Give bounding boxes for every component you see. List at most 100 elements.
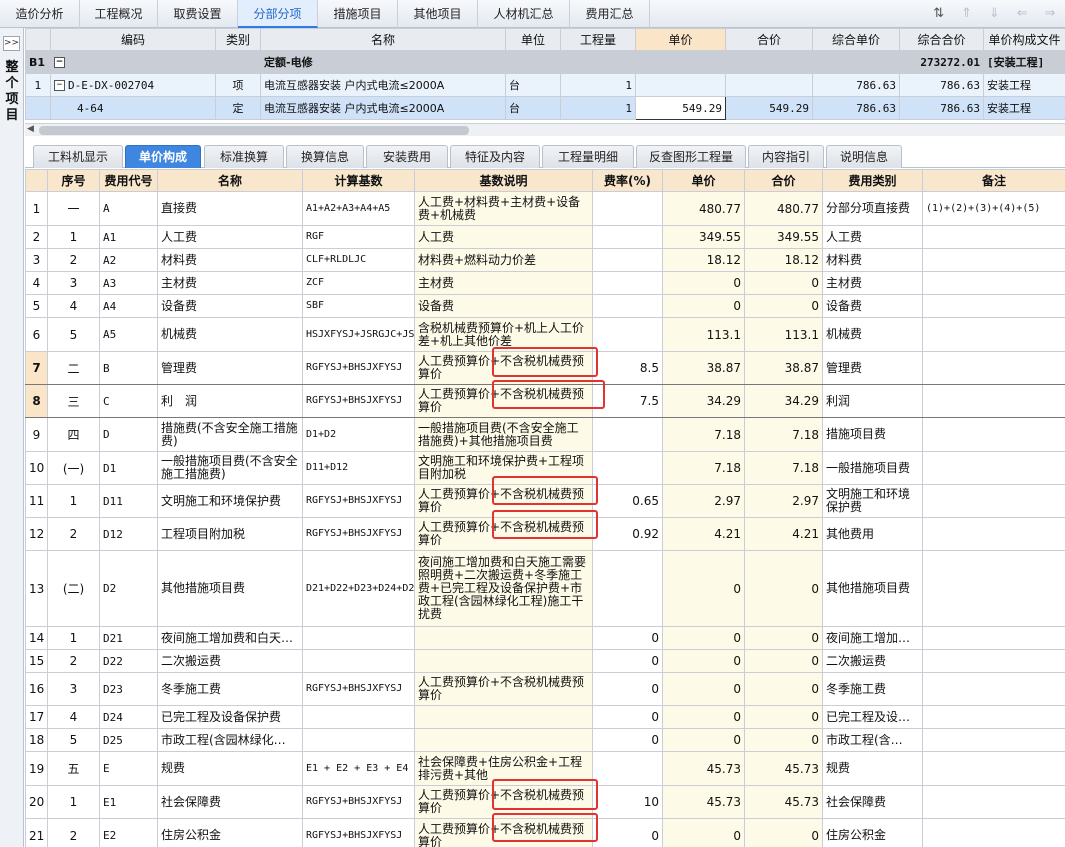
rate-cell[interactable] bbox=[592, 248, 663, 272]
remark-cell[interactable] bbox=[922, 451, 1065, 485]
calc-base-cell[interactable]: RGFYSJ+BHSJXFYSJ bbox=[302, 484, 415, 518]
rate-cell[interactable]: 7.5 bbox=[592, 384, 663, 418]
fee-name-cell[interactable]: 直接费 bbox=[157, 191, 303, 226]
item-type[interactable]: 定 bbox=[215, 96, 261, 120]
fee-name-cell[interactable]: 工程项目附加税 bbox=[157, 517, 303, 551]
fee-name-cell[interactable]: 社会保障费 bbox=[157, 785, 303, 819]
calc-base-cell[interactable]: A1+A2+A3+A4+A5 bbox=[302, 191, 415, 226]
table-row[interactable]: 18 5 D25 市政工程(含园林绿化… 0 0 0 市政工程(含… bbox=[25, 728, 1065, 752]
fee-name-cell[interactable]: 住房公积金 bbox=[157, 818, 303, 847]
col-header-unit-price[interactable]: 单价 bbox=[635, 28, 726, 51]
tab-install-fee[interactable]: 安装费用 bbox=[366, 145, 448, 168]
item-price-file[interactable]: 安装工程 bbox=[983, 96, 1065, 120]
fee-name-cell[interactable]: 已完工程及设备保护费 bbox=[157, 705, 303, 729]
col-header-amount[interactable]: 合价 bbox=[744, 169, 823, 192]
fee-code-cell[interactable]: E bbox=[99, 751, 158, 786]
rate-cell[interactable] bbox=[592, 294, 663, 318]
fee-code-cell[interactable]: B bbox=[99, 351, 158, 385]
remark-cell[interactable]: (1)+(2)+(3)+(4)+(5) bbox=[922, 191, 1065, 226]
fee-category-cell[interactable]: 一般措施项目费 bbox=[822, 451, 923, 485]
tab-content-guide[interactable]: 内容指引 bbox=[748, 145, 824, 168]
col-header-type[interactable]: 类别 bbox=[215, 28, 261, 51]
col-header-name[interactable]: 名称 bbox=[260, 28, 506, 51]
fee-name-cell[interactable]: 规费 bbox=[157, 751, 303, 786]
col-header-price-file[interactable]: 单价构成文件 bbox=[983, 28, 1065, 51]
move-top-icon[interactable]: ⇑ bbox=[958, 4, 976, 24]
item-unit-price[interactable] bbox=[635, 73, 726, 97]
remark-cell[interactable] bbox=[922, 384, 1065, 418]
move-down-icon[interactable]: ⇓ bbox=[985, 4, 1003, 24]
remark-cell[interactable] bbox=[922, 517, 1065, 551]
rate-cell[interactable]: 0 bbox=[592, 705, 663, 729]
remark-cell[interactable] bbox=[922, 728, 1065, 752]
rate-cell[interactable] bbox=[592, 271, 663, 295]
rate-cell[interactable]: 0 bbox=[592, 672, 663, 706]
sort-icon[interactable]: ⇅ bbox=[930, 4, 948, 24]
remark-cell[interactable] bbox=[922, 271, 1065, 295]
table-row[interactable]: 7 二 B 管理费 RGFYSJ+BHSJXFYSJ 人工费预算价+不含税机械费预算价 8.… bbox=[25, 351, 1065, 385]
calc-base-cell[interactable]: RGF bbox=[302, 225, 415, 249]
fee-code-cell[interactable]: D1 bbox=[99, 451, 158, 485]
col-header-fee-code[interactable]: 费用代号 bbox=[99, 169, 158, 192]
tab-project-overview[interactable]: 工程概况 bbox=[80, 0, 158, 28]
item-quantity[interactable]: 1 bbox=[560, 73, 636, 97]
item-unit[interactable]: 台 bbox=[505, 96, 561, 120]
table-row[interactable]: 3 2 A2 材料费 CLF+RLDLJC 材料费+燃料动力价差 18.12 18.12 材料费 bbox=[25, 248, 1065, 272]
tab-unit-price-composition[interactable]: 单价构成 bbox=[125, 145, 201, 168]
tab-labor-material-summary[interactable]: 人材机汇总 bbox=[478, 0, 570, 28]
fee-category-cell[interactable]: 夜间施工增加… bbox=[822, 626, 923, 650]
remark-cell[interactable] bbox=[922, 626, 1065, 650]
table-row[interactable]: 4 3 A3 主材费 ZCF 主材费 0 0 主材费 bbox=[25, 271, 1065, 295]
remark-cell[interactable] bbox=[922, 417, 1065, 452]
fee-category-cell[interactable]: 社会保障费 bbox=[822, 785, 923, 819]
fee-name-cell[interactable]: 设备费 bbox=[157, 294, 303, 318]
fee-code-cell[interactable]: D12 bbox=[99, 517, 158, 551]
fee-code-cell[interactable]: E2 bbox=[99, 818, 158, 847]
table-row[interactable]: 21 2 E2 住房公积金 RGFYSJ+BHSJXFYSJ 人工费预算价+不含税机械费预… bbox=[25, 818, 1065, 847]
fee-name-cell[interactable]: 二次搬运费 bbox=[157, 649, 303, 673]
remark-cell[interactable] bbox=[922, 225, 1065, 249]
rate-cell[interactable]: 0 bbox=[592, 649, 663, 673]
fee-category-cell[interactable]: 已完工程及设… bbox=[822, 705, 923, 729]
table-row[interactable]: 19 五 E 规费 E1 + E2 + E3 + E4 社会保障费+住房公积金+工程排污费… bbox=[25, 751, 1065, 786]
fee-code-cell[interactable]: A bbox=[99, 191, 158, 226]
collapse-icon[interactable]: − bbox=[54, 57, 65, 68]
rate-cell[interactable] bbox=[592, 451, 663, 485]
scrollbar-thumb[interactable] bbox=[39, 126, 469, 135]
tab-quantity-detail[interactable]: 工程量明细 bbox=[542, 145, 634, 168]
col-header-code[interactable]: 编码 bbox=[50, 28, 216, 51]
tab-standard-conversion[interactable]: 标准换算 bbox=[204, 145, 284, 168]
calc-base-cell[interactable]: E1 + E2 + E3 + E4 bbox=[302, 751, 415, 786]
remark-cell[interactable] bbox=[922, 248, 1065, 272]
rate-cell[interactable] bbox=[592, 317, 663, 352]
rate-cell[interactable]: 8.5 bbox=[592, 351, 663, 385]
fee-code-cell[interactable]: D25 bbox=[99, 728, 158, 752]
fee-name-cell[interactable]: 利 润 bbox=[157, 384, 303, 418]
fee-name-cell[interactable]: 机械费 bbox=[157, 317, 303, 352]
fee-name-cell[interactable]: 材料费 bbox=[157, 248, 303, 272]
unit-price-input[interactable]: 549.29 bbox=[635, 96, 726, 120]
col-header-remark[interactable]: 备注 bbox=[922, 169, 1065, 192]
remark-cell[interactable] bbox=[922, 550, 1065, 627]
calc-base-cell[interactable]: D11+D12 bbox=[302, 451, 415, 485]
fee-name-cell[interactable]: 管理费 bbox=[157, 351, 303, 385]
table-row[interactable]: 14 1 D21 夜间施工增加费和白天… 0 0 0 夜间施工增加… bbox=[25, 626, 1065, 650]
table-row[interactable]: 65A5机械费HSJXFYSJ+JSRGJC+JSQTJC含税机械费预算价+机上… bbox=[25, 317, 1065, 352]
fee-category-cell[interactable]: 主材费 bbox=[822, 271, 923, 295]
rate-cell[interactable] bbox=[592, 191, 663, 226]
item-price-file[interactable]: 安装工程 bbox=[983, 73, 1065, 97]
calc-base-cell[interactable] bbox=[302, 705, 415, 729]
calc-base-cell[interactable]: HSJXFYSJ+JSRGJC+JSQTJC bbox=[302, 317, 415, 352]
remark-cell[interactable] bbox=[922, 484, 1065, 518]
fee-code-cell[interactable]: D23 bbox=[99, 672, 158, 706]
fee-code-cell[interactable]: A1 bbox=[99, 225, 158, 249]
table-row[interactable]: 15 2 D22 二次搬运费 0 0 0 二次搬运费 bbox=[25, 649, 1065, 673]
col-header-fee-category[interactable]: 费用类别 bbox=[822, 169, 923, 192]
remark-cell[interactable] bbox=[922, 672, 1065, 706]
tab-cost-analysis[interactable]: 造价分析 bbox=[0, 0, 80, 28]
rate-cell[interactable] bbox=[592, 417, 663, 452]
fee-code-cell[interactable]: D22 bbox=[99, 649, 158, 673]
table-row[interactable]: 5 4 A4 设备费 SBF 设备费 0 0 设备费 bbox=[25, 294, 1065, 318]
col-header-unit[interactable]: 单位 bbox=[505, 28, 561, 51]
tab-fee-summary[interactable]: 费用汇总 bbox=[570, 0, 650, 28]
